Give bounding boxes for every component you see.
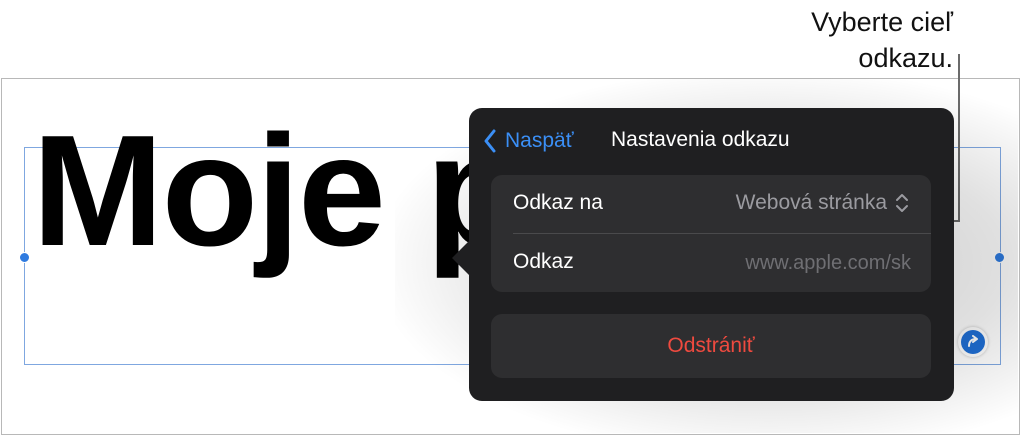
link-arrow-icon xyxy=(961,330,985,354)
back-button-label: Naspäť xyxy=(505,129,574,152)
link-to-row[interactable]: Odkaz na Webová stránka xyxy=(491,175,931,233)
link-settings-group: Odkaz na Webová stránka Odkaz xyxy=(491,175,931,292)
callout-leader-line xyxy=(958,54,960,222)
popover-arrow xyxy=(452,240,470,276)
back-button[interactable]: Naspäť xyxy=(483,126,574,156)
popover-title: Nastavenia odkazu xyxy=(611,128,790,151)
selection-handle-right[interactable] xyxy=(994,252,1005,263)
link-to-value[interactable]: Webová stránka xyxy=(736,191,887,215)
link-label: Odkaz xyxy=(513,250,574,273)
link-to-label: Odkaz na xyxy=(513,191,603,214)
callout-line-2: odkazu. xyxy=(858,43,953,73)
chevron-updown-icon xyxy=(896,194,908,212)
delete-link-button[interactable]: Odstrániť xyxy=(491,314,931,378)
selection-handle-left[interactable] xyxy=(19,252,30,263)
callout-annotation: Vyberte cieľ odkazu. xyxy=(693,4,953,76)
link-badge-button[interactable] xyxy=(958,327,988,357)
callout-line-1: Vyberte cieľ xyxy=(811,7,953,37)
link-url-input[interactable] xyxy=(651,248,911,278)
chevron-left-icon xyxy=(484,129,496,153)
link-row[interactable]: Odkaz xyxy=(491,234,931,292)
link-settings-popover: Naspäť Nastavenia odkazu Odkaz na Webová… xyxy=(469,108,954,401)
